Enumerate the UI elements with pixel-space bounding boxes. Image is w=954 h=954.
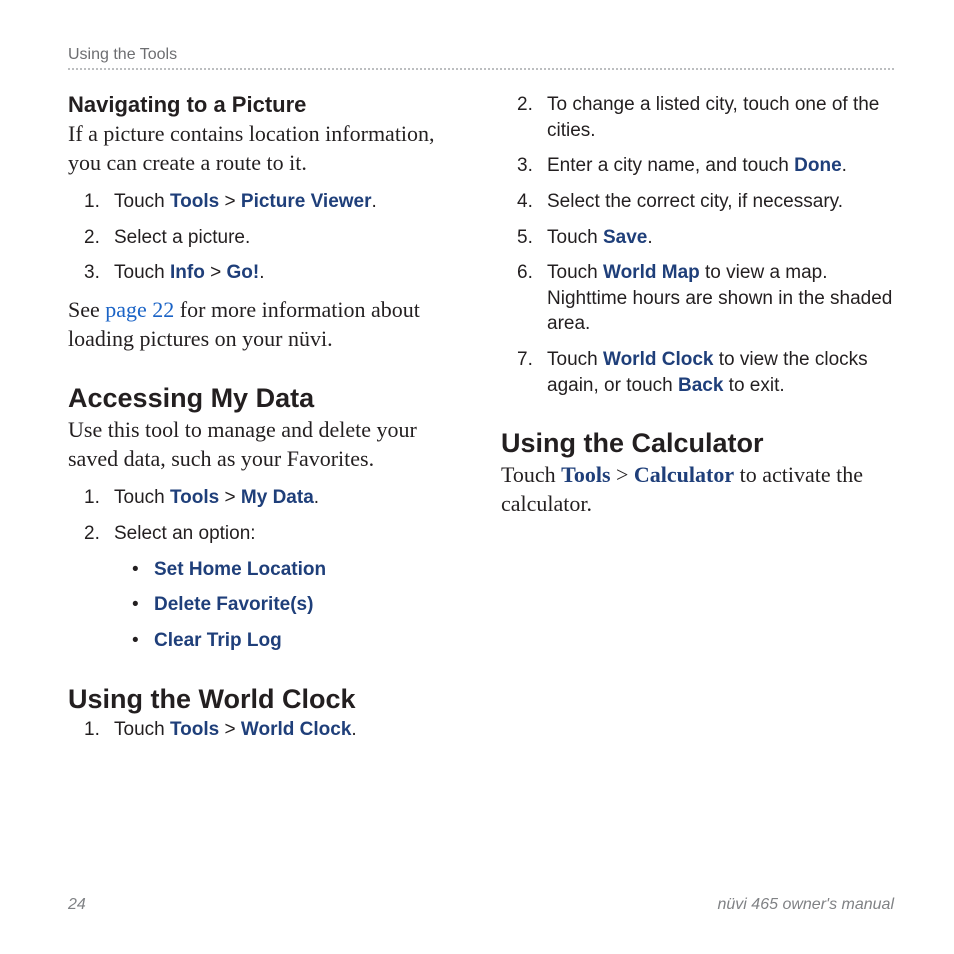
step-text: Touch [114,719,170,740]
paragraph: Use this tool to manage and delete your … [68,416,461,473]
step-text: . [314,487,319,508]
ui-set-home-location: Set Home Location [154,559,326,580]
step-item: Select an option: Set Home Location Dele… [68,521,461,654]
ui-my-data: My Data [241,487,314,508]
ui-tools: Tools [561,462,610,487]
step-text: Touch [547,349,603,370]
ui-tools: Tools [170,191,219,212]
header-divider [68,68,894,70]
text: See [68,297,105,322]
step-text: Touch [547,227,603,248]
ui-done: Done [794,155,842,176]
step-item: Select the correct city, if necessary. [501,189,894,215]
steps-navigating-picture: Touch Tools > Picture Viewer. Select a p… [68,189,461,286]
step-text: > [219,719,241,740]
heading-accessing-my-data: Accessing My Data [68,383,461,414]
ui-delete-favorites: Delete Favorite(s) [154,594,313,615]
step-text: Select an option: [114,523,256,544]
left-column: Navigating to a Picture If a picture con… [68,92,461,752]
right-column: To change a listed city, touch one of th… [501,92,894,752]
ui-clear-trip-log: Clear Trip Log [154,630,282,651]
paragraph: If a picture contains location informati… [68,120,461,177]
ui-calculator: Calculator [634,462,734,487]
ui-world-map: World Map [603,262,700,283]
step-text: . [647,227,652,248]
step-text: . [259,262,264,283]
step-text: . [351,719,356,740]
step-text: Touch [114,191,170,212]
link-page-22[interactable]: page 22 [105,297,174,322]
step-text: > [219,191,241,212]
step-item: Touch World Clock to view the clocks aga… [501,347,894,398]
paragraph: Touch Tools > Calculator to activate the… [501,461,894,518]
ui-save: Save [603,227,647,248]
bullet-item: Delete Favorite(s) [114,592,461,618]
bullet-item: Set Home Location [114,557,461,583]
ui-tools: Tools [170,719,219,740]
doc-title: nüvi 465 owner's manual [718,896,895,914]
text: Touch [501,462,561,487]
step-item: Touch Tools > Picture Viewer. [68,189,461,215]
step-item: Touch Save. [501,225,894,251]
step-item: Enter a city name, and touch Done. [501,153,894,179]
bullet-item: Clear Trip Log [114,628,461,654]
text: > [611,462,634,487]
step-item: Select a picture. [68,225,461,251]
step-text: Touch [114,262,170,283]
heading-world-clock: Using the World Clock [68,684,461,715]
step-text: Touch [114,487,170,508]
step-item: Touch Tools > World Clock. [68,717,461,743]
content-columns: Navigating to a Picture If a picture con… [68,92,894,752]
steps-my-data: Touch Tools > My Data. Select an option:… [68,485,461,653]
step-text: Enter a city name, and touch [547,155,794,176]
subheading-navigating-picture: Navigating to a Picture [68,92,461,118]
ui-picture-viewer: Picture Viewer [241,191,372,212]
running-header: Using the Tools [68,46,894,64]
step-text: . [372,191,377,212]
step-text: > [219,487,241,508]
steps-world-clock-right: To change a listed city, touch one of th… [501,92,894,398]
ui-tools: Tools [170,487,219,508]
step-text: Touch [547,262,603,283]
step-item: Touch Tools > My Data. [68,485,461,511]
step-text: > [205,262,227,283]
paragraph: See page 22 for more information about l… [68,296,461,353]
step-text: to exit. [723,375,784,396]
ui-info: Info [170,262,205,283]
ui-back: Back [678,375,723,396]
step-item: To change a listed city, touch one of th… [501,92,894,143]
step-item: Touch Info > Go!. [68,260,461,286]
ui-world-clock: World Clock [603,349,714,370]
steps-world-clock-left: Touch Tools > World Clock. [68,717,461,743]
bullet-list: Set Home Location Delete Favorite(s) Cle… [114,557,461,654]
page-number: 24 [68,896,86,914]
step-item: Touch World Map to view a map. Nighttime… [501,260,894,337]
heading-calculator: Using the Calculator [501,428,894,459]
page-footer: 24 nüvi 465 owner's manual [68,896,894,914]
ui-world-clock: World Clock [241,719,352,740]
ui-go: Go! [226,262,259,283]
step-text: . [842,155,847,176]
